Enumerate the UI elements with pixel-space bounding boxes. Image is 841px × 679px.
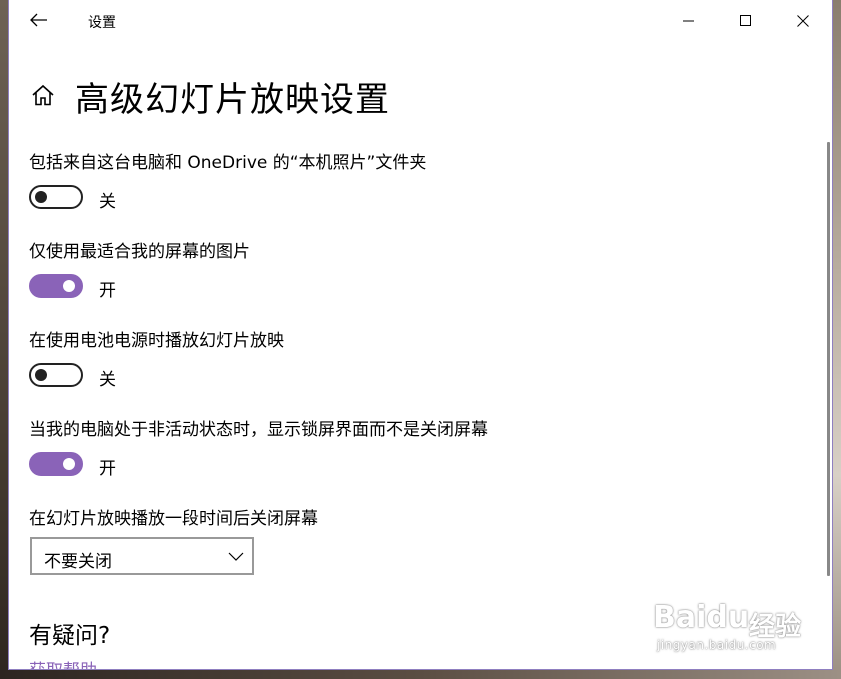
maximize-icon bbox=[740, 12, 752, 31]
watermark-url: jingyan.baidu.com bbox=[657, 638, 777, 652]
chevron-down-icon bbox=[228, 548, 244, 568]
toggle-show-lock-screen[interactable] bbox=[29, 452, 83, 476]
page-title: 高级幻灯片放映设置 bbox=[75, 80, 390, 120]
minimize-icon bbox=[683, 12, 695, 31]
setting-label-fit-screen-pictures: 仅使用最适合我的屏幕的图片 bbox=[29, 242, 250, 262]
settings-window: 设置 高级幻灯片放映设置 包括来自这台电脑和 OneDrive 的“本机照片”文… bbox=[8, 0, 833, 670]
watermark-brand: Baidu bbox=[653, 600, 750, 635]
window-title: 设置 bbox=[88, 15, 116, 31]
minimize-button[interactable] bbox=[666, 0, 712, 42]
toggle-play-on-battery[interactable] bbox=[29, 363, 83, 387]
home-button[interactable] bbox=[29, 77, 57, 117]
toggle-knob bbox=[63, 280, 75, 292]
setting-label-show-lock-screen: 当我的电脑处于非活动状态时，显示锁屏界面而不是关闭屏幕 bbox=[29, 420, 488, 440]
toggle-knob bbox=[35, 369, 47, 381]
back-button[interactable] bbox=[23, 8, 55, 34]
screen-off-dropdown[interactable]: 不要关闭 bbox=[30, 537, 254, 575]
toggle-state-text: 开 bbox=[99, 459, 116, 479]
title-bar: 设置 bbox=[9, 0, 832, 42]
close-icon bbox=[797, 12, 809, 31]
close-button[interactable] bbox=[780, 0, 826, 42]
desktop-background-bottom bbox=[0, 670, 841, 679]
scrollbar[interactable] bbox=[827, 142, 830, 576]
home-icon bbox=[31, 84, 55, 110]
toggle-state-text: 开 bbox=[99, 281, 116, 301]
page-header: 高级幻灯片放映设置 bbox=[29, 72, 390, 121]
desktop-background-right bbox=[832, 0, 841, 679]
toggle-knob bbox=[35, 191, 47, 203]
toggle-state-text: 关 bbox=[99, 370, 116, 390]
dropdown-selected-value: 不要关闭 bbox=[44, 552, 112, 572]
toggle-knob bbox=[63, 458, 75, 470]
setting-label-include-pictures-folder: 包括来自这台电脑和 OneDrive 的“本机照片”文件夹 bbox=[29, 153, 427, 173]
help-heading: 有疑问? bbox=[29, 623, 111, 649]
toggle-include-pictures-folder[interactable] bbox=[29, 185, 83, 209]
setting-label-screen-off: 在幻灯片放映播放一段时间后关闭屏幕 bbox=[29, 509, 318, 529]
setting-label-play-on-battery: 在使用电池电源时播放幻灯片放映 bbox=[29, 331, 284, 351]
baidu-jingyan-watermark: Baidu 经验 jingyan.baidu.com bbox=[649, 590, 819, 660]
get-help-link[interactable]: 获取帮助 bbox=[29, 656, 97, 669]
maximize-button[interactable] bbox=[723, 0, 769, 42]
toggle-state-text: 关 bbox=[99, 192, 116, 212]
back-arrow-icon bbox=[30, 12, 48, 31]
toggle-fit-screen-pictures[interactable] bbox=[29, 274, 83, 298]
